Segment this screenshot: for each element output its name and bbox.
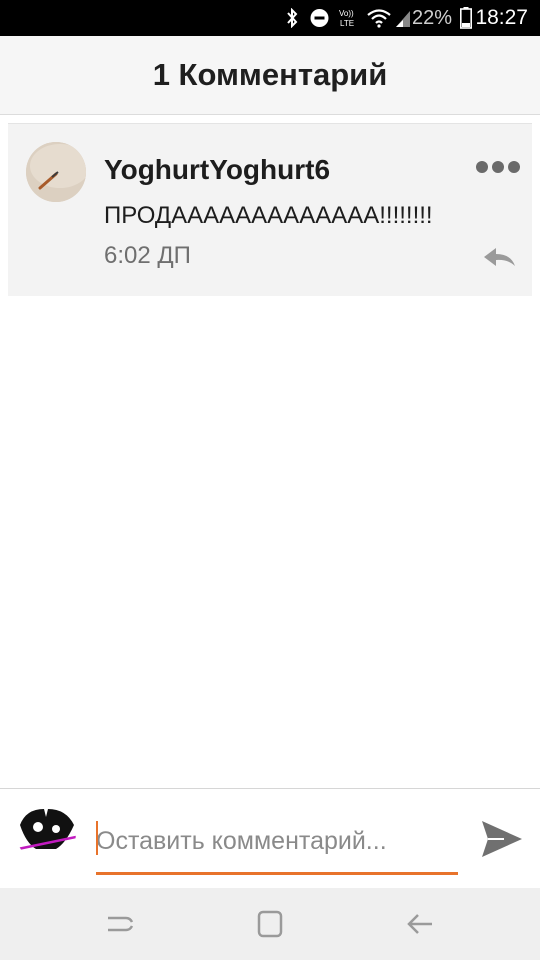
volte-icon: Vo)) LTE <box>339 9 354 28</box>
home-button[interactable] <box>252 908 288 940</box>
back-icon <box>407 914 432 934</box>
current-user-avatar-image <box>16 803 76 863</box>
comment-card: YoghurtYoghurt6 ПРОДААААААААААААА!!!!!!!… <box>8 123 532 296</box>
avatar[interactable] <box>26 142 86 202</box>
wifi-icon <box>367 9 391 28</box>
comment-author[interactable]: YoghurtYoghurt6 <box>104 154 330 186</box>
comment-text: ПРОДААААААААААААА!!!!!!!! <box>104 202 433 229</box>
bluetooth-icon <box>287 8 298 28</box>
status-bar: Vo)) LTE 22% 18:27 <box>0 0 540 36</box>
battery-percent: 22% <box>411 7 452 29</box>
current-user-avatar[interactable] <box>16 803 76 863</box>
recent-apps-button[interactable] <box>102 908 138 940</box>
back-button[interactable] <box>402 908 438 940</box>
page-title: 1 Комментарий <box>152 57 388 92</box>
avatar-image <box>26 142 86 202</box>
svg-text:LTE: LTE <box>340 19 354 28</box>
text-cursor <box>96 821 98 855</box>
more-options-icon[interactable] <box>476 160 520 174</box>
battery-icon <box>460 7 472 29</box>
send-button[interactable] <box>478 815 526 863</box>
signal-icon <box>396 11 410 27</box>
comment-input[interactable] <box>96 811 458 875</box>
recent-apps-icon <box>108 916 134 932</box>
comment-composer <box>0 788 540 889</box>
clock: 18:27 <box>475 6 528 29</box>
header: 1 Комментарий <box>0 36 540 115</box>
send-icon <box>482 821 522 857</box>
reply-icon[interactable] <box>482 244 516 270</box>
svg-text:Vo)): Vo)) <box>339 9 354 18</box>
do-not-disturb-icon <box>310 9 329 27</box>
comment-timestamp: 6:02 ДП <box>104 242 191 269</box>
navigation-bar <box>0 888 540 960</box>
home-icon <box>257 910 283 938</box>
